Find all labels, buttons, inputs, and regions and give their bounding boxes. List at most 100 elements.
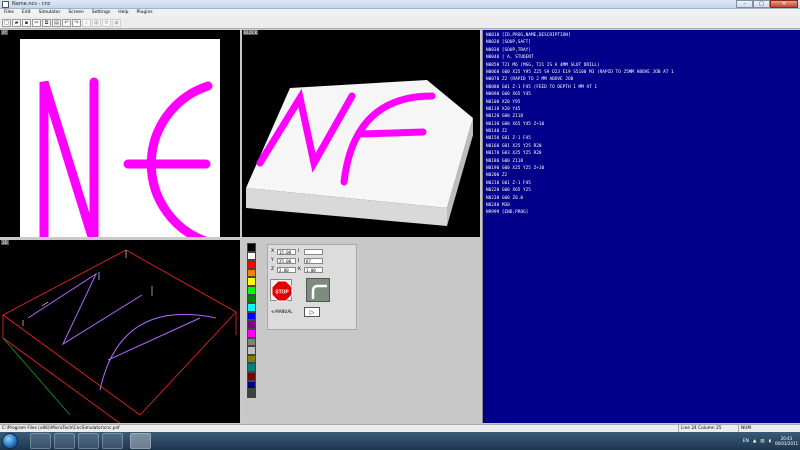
code-line[interactable]: N0220 G00 X65 Y25 [486, 187, 674, 194]
color-swatch[interactable] [247, 337, 256, 347]
color-swatch[interactable] [247, 303, 256, 312]
code-line[interactable]: N0160 G01 X25 Y25 R20 [486, 143, 674, 150]
xy-view-pane[interactable]: XY [0, 30, 240, 237]
code-line[interactable]: N0050 T21 M6 (MSG, T21 IS A 4MM SLOT DRI… [486, 62, 674, 69]
open-folder-icon[interactable]: ▰ [12, 19, 21, 27]
menu-simulator[interactable]: Simulator [35, 9, 65, 17]
code-line[interactable]: N0150 G01 Z-1 F45 [486, 135, 674, 142]
code-editor[interactable]: N0010 [ID,PROG,NAME,DESCRIPTION] N0020 [S… [482, 30, 800, 423]
color-swatch[interactable] [247, 320, 256, 329]
color-swatch[interactable] [247, 251, 256, 261]
z-value[interactable]: 2.00 [277, 266, 296, 273]
menu-edit[interactable]: Edit [18, 9, 35, 17]
k-value[interactable]: 1.00 [304, 266, 323, 273]
undo-icon[interactable]: ↶ [62, 19, 71, 27]
code-line[interactable]: N0200 Z2 [486, 172, 674, 179]
new-file-icon[interactable]: □ [2, 19, 11, 27]
maximize-button[interactable]: □ [753, 0, 770, 8]
close-button[interactable]: ✕ [770, 0, 798, 8]
code-line[interactable]: N0040 [ A, STUDENT [486, 54, 674, 61]
color-swatch[interactable] [247, 311, 256, 321]
code-line[interactable]: N0060 G00 X25 Y95 Z25 S9 D23 E19 S5100 M… [486, 69, 674, 76]
y-value[interactable]: 25.00 [277, 257, 296, 264]
i-value[interactable] [304, 248, 323, 255]
code-line[interactable]: N9999 [END,PROG] [486, 209, 674, 216]
program-listing[interactable]: N0010 [ID,PROG,NAME,DESCRIPTION] N0020 [S… [486, 32, 674, 217]
code-line[interactable]: N0090 G00 X65 Y45 [486, 91, 674, 98]
code-line[interactable]: N0020 [SOUP,SAFT] [486, 39, 674, 46]
code-line[interactable]: N0230 G00 Z0.0 [486, 195, 674, 202]
code-line[interactable]: N0140 Z2 [486, 128, 674, 135]
code-line[interactable]: N0130 G00 X65 Y45 Z+10 [486, 121, 674, 128]
code-line[interactable]: N0180 G00 Z118 [486, 158, 674, 165]
code-line[interactable]: N0170 G03 X25 Y25 R20 [486, 150, 674, 157]
taskbar-cnc-icon[interactable] [130, 433, 151, 449]
j-value[interactable]: 87 [304, 257, 323, 264]
color-swatch[interactable] [247, 277, 256, 286]
settings-icon[interactable]: ⚙ [102, 19, 111, 27]
zoom-icon[interactable]: ⌕ [82, 19, 91, 27]
menu-bar: Files Edit Simulator Screen Settings Hel… [0, 9, 800, 17]
redo-icon[interactable]: ↷ [72, 19, 81, 27]
color-swatch[interactable] [247, 260, 256, 269]
language-indicator[interactable]: EN [743, 439, 749, 444]
clock[interactable]: 20:43 06/03/2011 [775, 436, 798, 446]
code-line[interactable]: N0190 G00 X25 Y25 Z+10 [486, 165, 674, 172]
volume-icon[interactable]: ◖ [769, 439, 771, 444]
menu-settings[interactable]: Settings [88, 9, 114, 17]
code-line[interactable]: N0100 X20 Y95 [486, 99, 674, 106]
cut-icon[interactable]: ✂ [32, 19, 41, 27]
code-line[interactable]: N0080 G01 Z-1 F45 (FEED TO DEPTH 1 MM AT… [486, 84, 674, 91]
tray-arrow-icon[interactable]: ▲ [753, 439, 756, 444]
taskbar-explorer-icon[interactable] [30, 433, 51, 449]
code-line[interactable]: N0210 G01 Z-1 F45 [486, 180, 674, 187]
copy-icon[interactable]: ⧉ [42, 19, 51, 27]
play-button[interactable]: ▷ [304, 307, 320, 317]
code-line[interactable]: N0030 [SOUP,TRAY] [486, 47, 674, 54]
manual-toggle[interactable]: ⟲ MANUAL [271, 309, 292, 314]
color-swatch[interactable] [247, 294, 256, 304]
menu-plugins[interactable]: Plugins [133, 9, 157, 17]
color-swatch[interactable] [247, 363, 256, 372]
code-line[interactable]: N0120 G00 Z118 [486, 113, 674, 120]
title-bar: Name.ncs - cnc – □ ✕ [0, 0, 800, 9]
x-value[interactable]: 15.00 [277, 248, 296, 255]
color-swatch[interactable] [247, 354, 256, 364]
feed-button[interactable] [306, 278, 330, 302]
print-icon[interactable]: ▣ [112, 19, 121, 27]
code-line[interactable]: N0010 [ID,PROG,NAME,DESCRIPTION] [486, 32, 674, 39]
code-line[interactable]: N0240 M30 [486, 202, 674, 209]
paste-icon[interactable]: ▤ [52, 19, 61, 27]
grid-icon[interactable]: ▦ [92, 19, 101, 27]
wireframe-view-label: 3D [1, 240, 9, 245]
wireframe-view-pane[interactable]: 3D [0, 240, 240, 423]
color-swatch[interactable] [247, 346, 256, 355]
minimize-button[interactable]: – [736, 0, 753, 8]
color-swatch[interactable] [247, 380, 256, 390]
window-controls: – □ ✕ [736, 0, 798, 9]
taskbar-media-icon[interactable] [78, 433, 99, 449]
taskbar-skype-icon[interactable] [102, 433, 123, 449]
code-line[interactable]: N0110 X20 Y45 [486, 106, 674, 113]
stop-button[interactable]: STOP [270, 279, 293, 302]
color-swatch[interactable] [247, 328, 256, 338]
clock-date: 06/03/2011 [774, 441, 798, 446]
system-tray: EN ▲ ▥ ◖ 20:43 06/03/2011 [743, 432, 798, 450]
menu-screen[interactable]: Screen [64, 9, 87, 17]
network-icon[interactable]: ▥ [760, 439, 764, 444]
menu-help[interactable]: Help [114, 9, 132, 17]
color-palette [247, 243, 256, 398]
save-icon[interactable]: ▪ [22, 19, 31, 27]
menu-files[interactable]: Files [0, 9, 18, 17]
color-swatch[interactable] [247, 389, 256, 398]
start-button[interactable] [2, 433, 18, 449]
taskbar: EN ▲ ▥ ◖ 20:43 06/03/2011 [0, 432, 800, 450]
block-view-pane[interactable]: BLOCK [242, 30, 480, 237]
manual-icon: ⟲ [271, 309, 275, 314]
taskbar-chrome-icon[interactable] [54, 433, 75, 449]
color-swatch[interactable] [247, 268, 256, 278]
color-swatch[interactable] [247, 371, 256, 381]
code-line[interactable]: N0070 Z2 (RAPID TO 2 MM ABOVE JOB [486, 76, 674, 83]
color-swatch[interactable] [247, 285, 256, 295]
color-swatch[interactable] [247, 243, 256, 252]
